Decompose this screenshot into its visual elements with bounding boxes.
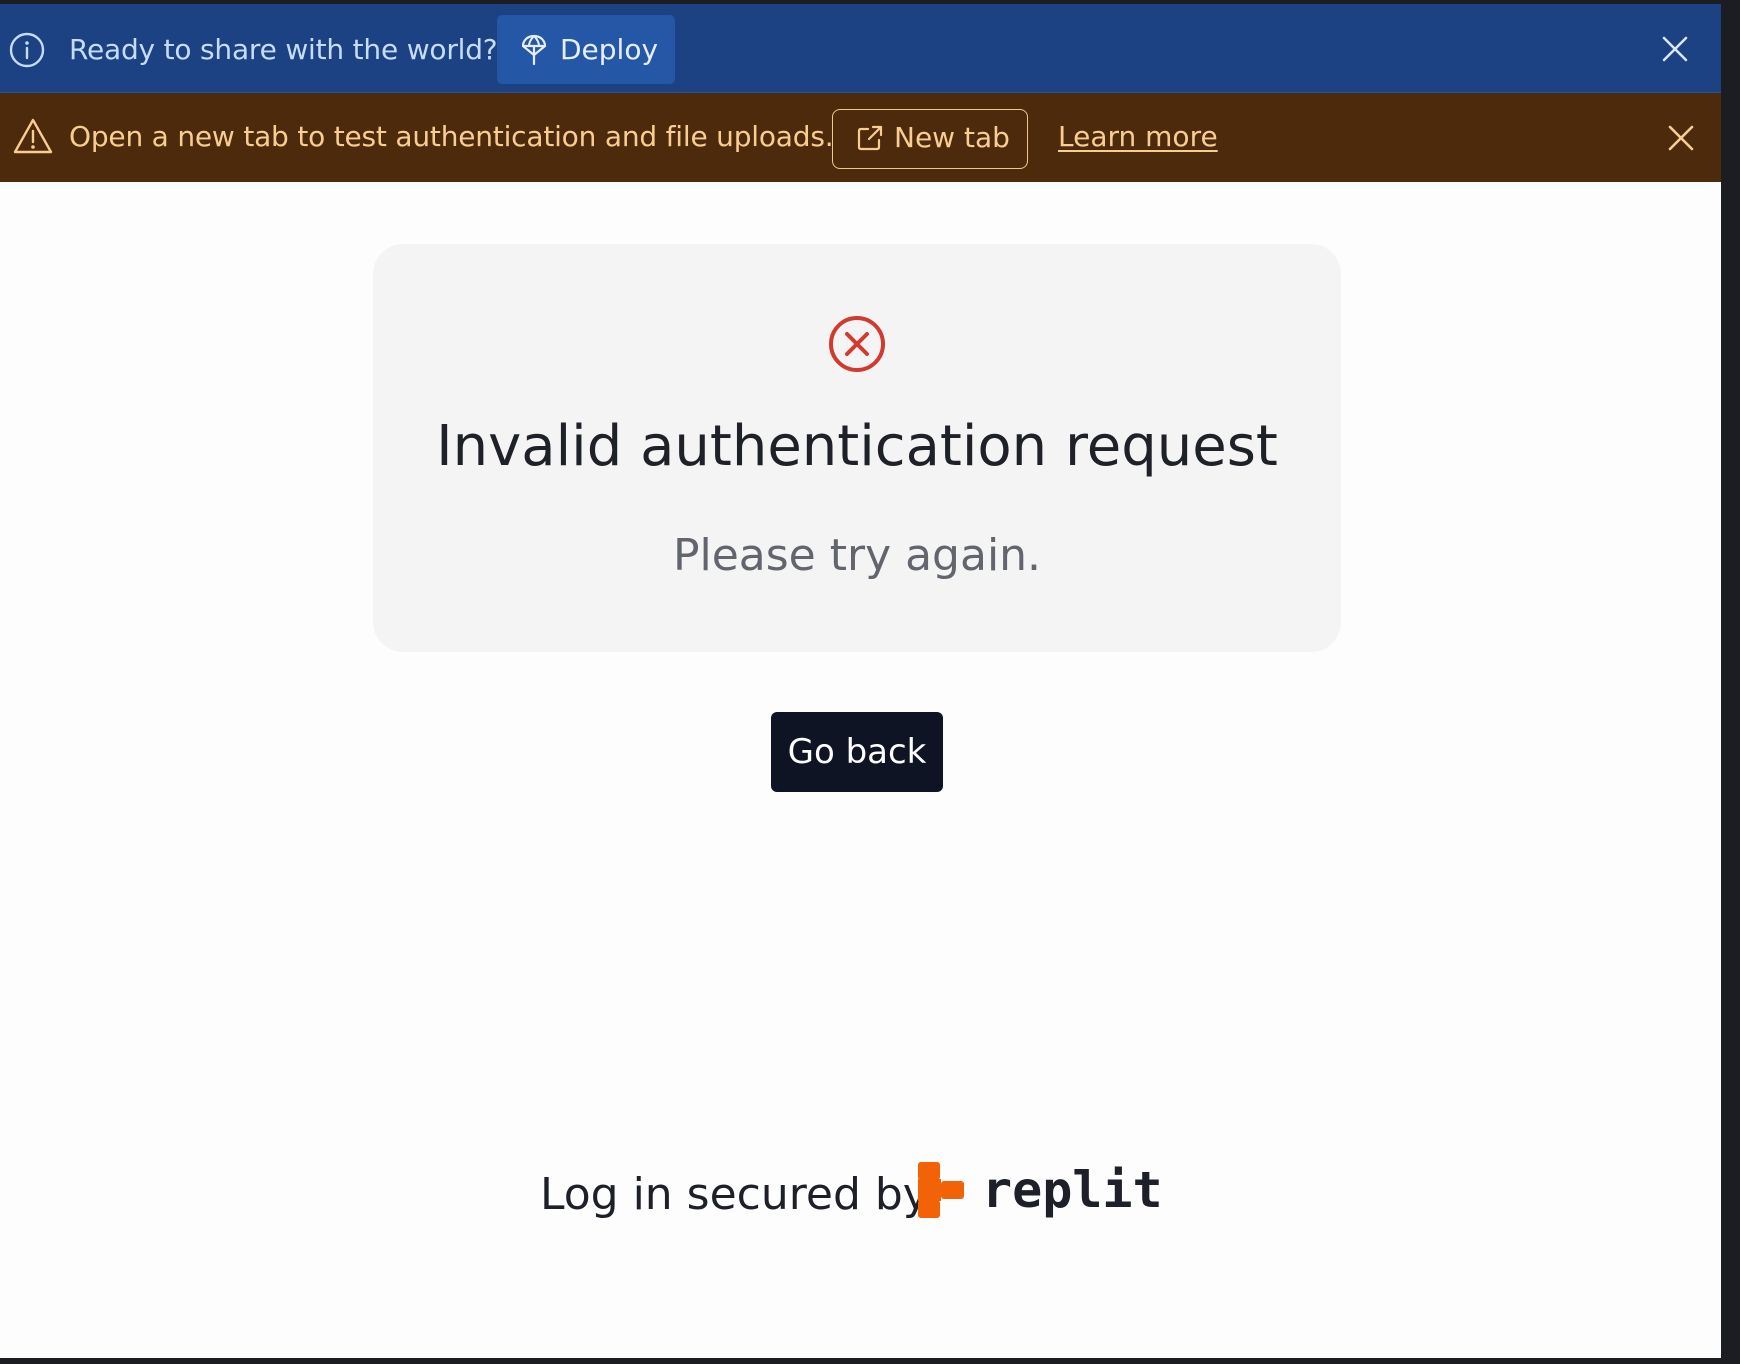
new-tab-button[interactable]: New tab: [832, 109, 1028, 169]
footer: Log in secured by replit: [0, 1154, 1721, 1234]
warning-banner-text: Open a new tab to test authentication an…: [69, 120, 834, 153]
deploy-banner-text: Ready to share with the world?: [69, 33, 498, 66]
new-tab-label: New tab: [894, 121, 1010, 154]
error-message: Please try again.: [672, 530, 1042, 581]
close-icon[interactable]: [1667, 124, 1695, 152]
replit-logo-icon: [918, 1162, 964, 1218]
replit-wordmark: replit: [982, 1161, 1163, 1219]
error-title: Invalid authentication request: [436, 414, 1278, 479]
warning-banner: Open a new tab to test authentication an…: [0, 93, 1721, 182]
error-circle-x-icon: [829, 316, 885, 372]
external-link-icon: [857, 125, 883, 151]
footer-text: Log in secured by: [540, 1169, 929, 1220]
app-frame: Ready to share with the world? Deploy Op…: [0, 4, 1721, 1358]
deploy-pin-icon: [521, 34, 547, 66]
info-icon: [9, 32, 45, 68]
error-card: Invalid authentication request Please tr…: [373, 244, 1341, 652]
deploy-button-label: Deploy: [560, 33, 659, 66]
close-icon[interactable]: [1660, 34, 1690, 64]
learn-more-link[interactable]: Learn more: [1058, 119, 1218, 155]
deploy-banner: Ready to share with the world? Deploy: [0, 4, 1721, 93]
deploy-button[interactable]: Deploy: [497, 15, 675, 84]
warning-icon: [13, 118, 53, 154]
go-back-button[interactable]: Go back: [771, 712, 943, 792]
